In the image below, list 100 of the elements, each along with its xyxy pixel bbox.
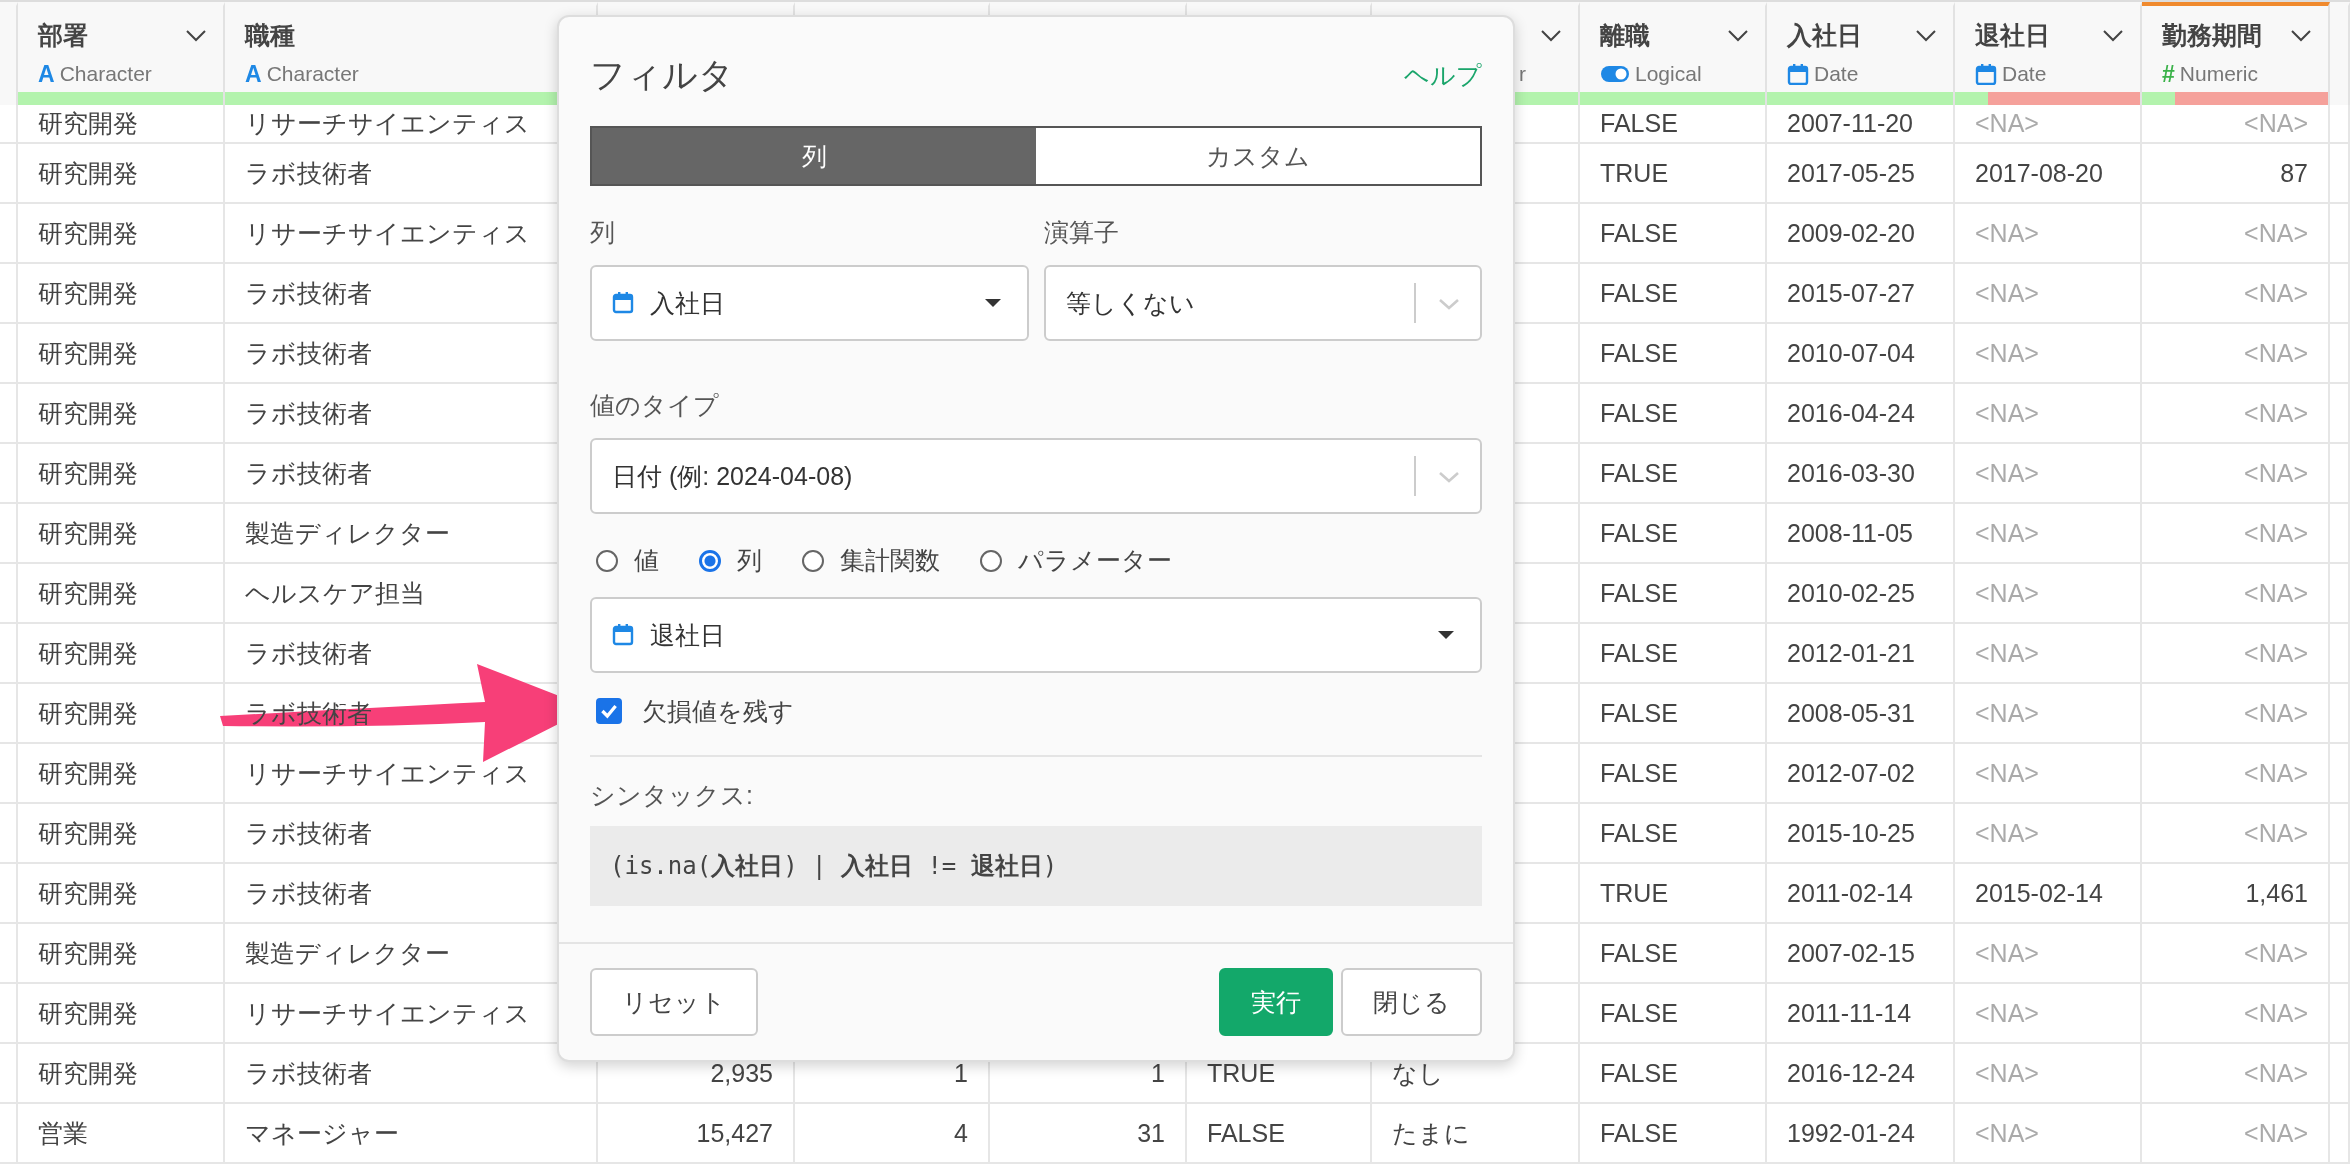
select-field[interactable]: 等しくない <box>1043 265 1482 341</box>
table-cell: FALSE <box>1600 638 1678 668</box>
table-cell-text: 研究開発 <box>38 997 138 1029</box>
table-cell: TRUE <box>1207 1058 1276 1088</box>
table-cell: <NA> <box>2244 698 2308 728</box>
table-cell: FALSE <box>1600 458 1678 488</box>
table-cell: 1 <box>1151 1058 1165 1088</box>
table-cell-text: ラボ技術者 <box>245 277 372 309</box>
table-cell: 2015-07-27 <box>1787 278 1915 308</box>
table-cell: 2008-11-05 <box>1787 518 1914 548</box>
table-cell-text: 研究開発 <box>38 577 138 609</box>
column-header[interactable]: 勤務期間 # Numeric <box>2142 2 2330 105</box>
table-cell-text: 研究開発 <box>38 337 138 369</box>
reset-button[interactable]: リセット <box>590 968 758 1036</box>
checkbox-label[interactable]: 欠損値を残す <box>642 694 794 728</box>
calendar-icon <box>1787 63 1809 85</box>
character-type-icon: A <box>38 60 55 88</box>
table-cell-text: 研究開発 <box>38 517 138 549</box>
type-label: Logical <box>1635 62 1702 86</box>
table-cell: <NA> <box>2244 938 2308 968</box>
select-field[interactable]: 日付 (例: 2024-04-08) <box>590 438 1482 514</box>
numeric-type-icon: # <box>2162 60 2175 88</box>
table-cell-text: リサーチサイエンティス <box>245 108 530 139</box>
column-name: 入社日 <box>1787 19 1862 51</box>
table-cell: 2015-10-25 <box>1787 818 1915 848</box>
table-cell-text: ヘルスケア担当 <box>245 577 425 609</box>
table-cell: FALSE <box>1600 818 1678 848</box>
radio-label[interactable]: 集計関数 <box>840 544 940 577</box>
table-cell-text: 製造ディレクター <box>245 517 450 549</box>
table-cell: <NA> <box>2244 1058 2308 1088</box>
table-cell-text: マネージャー <box>245 1117 399 1149</box>
table-cell: 87 <box>2280 158 2308 188</box>
tab[interactable]: カスタム <box>1036 128 1480 184</box>
table-cell: <NA> <box>1975 938 2039 968</box>
radio-button[interactable] <box>980 549 1002 572</box>
radio-label[interactable]: 列 <box>737 544 762 577</box>
table-cell: <NA> <box>2244 578 2308 608</box>
table-cell: <NA> <box>2244 518 2308 548</box>
type-label: Character <box>266 62 359 86</box>
table-cell-text: ラボ技術者 <box>245 817 372 849</box>
table-cell-text: ラボ技術者 <box>245 637 372 669</box>
table-cell: 1,461 <box>2245 878 2308 908</box>
table-cell: 31 <box>1137 1118 1165 1148</box>
table-cell: <NA> <box>2244 278 2308 308</box>
column-header[interactable]: 入社日 Date <box>1767 2 1955 105</box>
table-cell-text: 製造ディレクター <box>245 937 450 969</box>
table-cell-text: 研究開発 <box>38 277 138 309</box>
checkbox[interactable] <box>596 698 622 724</box>
table-cell-text: ラボ技術者 <box>245 157 372 189</box>
column-header[interactable]: 離職 Logical <box>1580 2 1767 105</box>
field-label: 列 <box>590 217 615 248</box>
table-cell: <NA> <box>1975 578 2039 608</box>
table-cell: <NA> <box>1975 518 2039 548</box>
table-cell: FALSE <box>1600 218 1678 248</box>
table-cell: 2015-02-14 <box>1975 878 2103 908</box>
table-cell: 2012-07-02 <box>1787 758 1915 788</box>
table-cell: 2011-02-14 <box>1787 878 1914 908</box>
radio-button[interactable] <box>596 549 618 572</box>
table-cell-text: なし <box>1392 1057 1444 1089</box>
character-type-icon: A <box>245 60 262 88</box>
table-cell: <NA> <box>1975 458 2039 488</box>
table-cell: FALSE <box>1600 518 1678 548</box>
field-label: シンタックス: <box>590 780 753 811</box>
select-field[interactable]: 退社日 <box>590 597 1482 673</box>
table-cell-text: 営業 <box>38 1117 88 1149</box>
table-cell: 2010-07-04 <box>1787 338 1915 368</box>
column-header[interactable]: 退社日 Date <box>1955 2 2142 105</box>
table-cell: FALSE <box>1207 1118 1285 1148</box>
table-cell: FALSE <box>1600 758 1678 788</box>
table-cell-text: 研究開発 <box>38 457 138 489</box>
radio-button[interactable] <box>802 549 824 572</box>
table-cell: FALSE <box>1600 109 1678 138</box>
table-cell-text: ラボ技術者 <box>245 877 372 909</box>
table-cell-text: 研究開発 <box>38 757 138 789</box>
table-cell: <NA> <box>1975 758 2039 788</box>
table-cell-text: ラボ技術者 <box>245 337 372 369</box>
table-cell: <NA> <box>2244 218 2308 248</box>
table-cell: FALSE <box>1600 1058 1678 1088</box>
table-cell: 4 <box>954 1118 968 1148</box>
table-cell: <NA> <box>1975 278 2039 308</box>
table-cell: <NA> <box>2244 638 2308 668</box>
calendar-icon <box>1975 63 1997 85</box>
select-field[interactable]: 入社日 <box>590 265 1029 341</box>
column-header[interactable]: 部署 A Character <box>18 2 225 105</box>
syntax-code: (is.na(入社日) | 入社日 != 退社日) <box>590 826 1482 906</box>
table-cell: <NA> <box>1975 338 2039 368</box>
table-cell-text: 研究開発 <box>38 108 138 139</box>
radio-label[interactable]: パラメーター <box>1018 544 1172 577</box>
tab[interactable]: 列 <box>592 128 1036 184</box>
radio-button[interactable] <box>699 549 721 572</box>
close-button[interactable]: 閉じる <box>1341 968 1482 1036</box>
table-cell: 2017-05-25 <box>1787 158 1915 188</box>
toggle-icon <box>1600 64 1630 84</box>
table-cell: 2012-01-21 <box>1787 638 1915 668</box>
table-cell-text: 研究開発 <box>38 817 138 849</box>
table-cell-text: リサーチサイエンティス <box>245 997 530 1029</box>
type-label: Date <box>1814 62 1859 86</box>
radio-label[interactable]: 値 <box>634 544 659 577</box>
table-cell: <NA> <box>1975 998 2039 1028</box>
table-cell: 2009-02-20 <box>1787 218 1915 248</box>
